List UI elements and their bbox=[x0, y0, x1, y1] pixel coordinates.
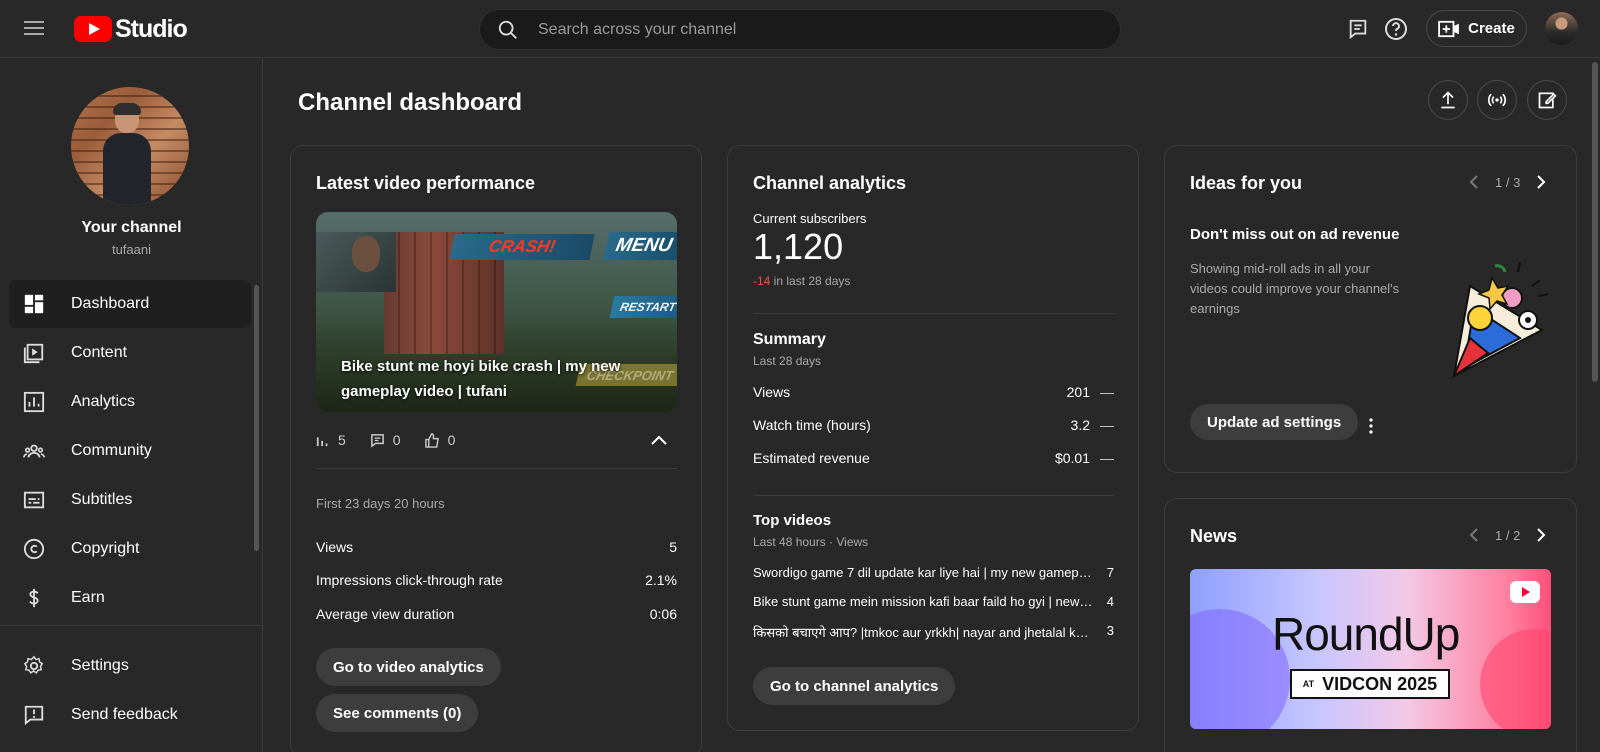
more-options-icon[interactable] bbox=[1359, 414, 1383, 438]
dashboard-icon bbox=[24, 294, 44, 314]
youtube-studio-logo[interactable]: Studio bbox=[74, 14, 188, 44]
upload-button[interactable] bbox=[1428, 80, 1468, 120]
go-to-video-analytics-button[interactable]: Go to video analytics bbox=[316, 648, 501, 686]
page-title: Channel dashboard bbox=[298, 89, 523, 116]
edit-icon bbox=[1538, 92, 1557, 109]
see-comments-button[interactable]: See comments (0) bbox=[316, 694, 479, 732]
facecam bbox=[316, 232, 396, 292]
hamburger-menu-icon[interactable] bbox=[22, 17, 46, 41]
search-bar[interactable] bbox=[479, 9, 1121, 50]
channel-analytics-card: Channel analytics Current subscribers 1,… bbox=[727, 145, 1139, 731]
views-bar-chart-icon bbox=[316, 437, 328, 447]
card-title: Latest video performance bbox=[316, 173, 536, 193]
subscriber-delta: -14 in last 28 days bbox=[753, 274, 851, 288]
chevron-up-icon[interactable] bbox=[649, 432, 669, 448]
analytics-icon bbox=[23, 391, 45, 413]
video-stats: 5 0 0 bbox=[316, 430, 479, 450]
sidebar-divider bbox=[0, 625, 262, 626]
go-live-button[interactable] bbox=[1477, 80, 1517, 120]
feedback-icon bbox=[24, 705, 44, 726]
divider bbox=[753, 495, 1114, 496]
dollar-icon bbox=[29, 588, 39, 608]
sidebar-item-send-feedback[interactable]: Send feedback bbox=[9, 691, 251, 739]
chevron-left-icon[interactable] bbox=[1465, 526, 1483, 544]
community-icon bbox=[23, 444, 45, 458]
sidebar: Your channel tufaani Dashboard Content A… bbox=[0, 59, 263, 752]
summary-heading: Summary bbox=[753, 331, 826, 348]
period-label: First 23 days 20 hours bbox=[316, 496, 445, 511]
sidebar-item-content[interactable]: Content bbox=[9, 329, 251, 377]
metric-row: Views 5 bbox=[316, 539, 677, 555]
top-videos-period: Last 48 hours · Views bbox=[753, 535, 869, 549]
create-post-button[interactable] bbox=[1527, 80, 1567, 120]
chevron-right-icon[interactable] bbox=[1532, 173, 1550, 191]
divider bbox=[316, 468, 677, 469]
sidebar-item-settings[interactable]: Settings bbox=[9, 642, 251, 690]
sidebar-item-dashboard[interactable]: Dashboard bbox=[9, 280, 251, 328]
sidebar-item-earn[interactable]: Earn bbox=[9, 574, 251, 622]
sidebar-item-copyright[interactable]: Copyright bbox=[9, 525, 251, 573]
card-title: News bbox=[1190, 526, 1238, 546]
ideas-pager: 1 / 3 bbox=[1465, 173, 1550, 191]
chevron-right-icon[interactable] bbox=[1532, 526, 1550, 544]
ideas-card: Ideas for you 1 / 3 Don't miss out on ad… bbox=[1164, 145, 1577, 473]
sidebar-scrollbar[interactable] bbox=[254, 285, 259, 551]
video-thumbnail[interactable]: CRASH! MENU RESTART CHECKPOINT Bike stun… bbox=[316, 212, 677, 412]
update-ad-settings-button[interactable]: Update ad settings bbox=[1190, 404, 1359, 440]
news-pager: 1 / 2 bbox=[1465, 526, 1550, 544]
metric-row: Average view duration 0:06 bbox=[316, 606, 677, 622]
search-input[interactable] bbox=[538, 10, 1098, 49]
help-icon[interactable] bbox=[1382, 15, 1410, 43]
video-title: Bike stunt me hoyi bike crash | my new g… bbox=[341, 358, 621, 400]
latest-video-card: Latest video performance CRASH! MENU RES… bbox=[290, 145, 702, 752]
news-image-title: RoundUp bbox=[1272, 608, 1460, 660]
live-broadcast-icon bbox=[1487, 93, 1507, 107]
news-image-subtitle: AT VIDCON 2025 bbox=[1290, 669, 1450, 699]
search-icon[interactable] bbox=[497, 19, 519, 41]
sidebar-item-community[interactable]: Community bbox=[9, 427, 251, 475]
channel-avatar[interactable] bbox=[71, 87, 189, 205]
idea-title: Don't miss out on ad revenue bbox=[1190, 226, 1400, 243]
card-title: Ideas for you bbox=[1190, 173, 1303, 193]
messages-icon[interactable] bbox=[1344, 15, 1372, 43]
chevron-left-icon[interactable] bbox=[1465, 173, 1483, 191]
top-bar: Studio Create bbox=[0, 0, 1600, 58]
comment-icon bbox=[370, 433, 384, 448]
gear-icon bbox=[23, 655, 44, 674]
news-image[interactable]: RoundUp AT VIDCON 2025 bbox=[1190, 569, 1551, 729]
subscriber-count: 1,120 bbox=[753, 226, 844, 267]
go-to-channel-analytics-button[interactable]: Go to channel analytics bbox=[753, 667, 956, 705]
thumbs-up-icon bbox=[424, 432, 439, 448]
add-video-icon bbox=[1438, 20, 1460, 37]
news-card: News 1 / 2 RoundUp AT VIDCON 2025 bbox=[1164, 498, 1577, 752]
card-title: Channel analytics bbox=[753, 173, 907, 193]
youtube-logo-icon bbox=[1510, 581, 1540, 603]
account-avatar[interactable] bbox=[1545, 12, 1578, 45]
youtube-play-icon bbox=[74, 16, 112, 42]
create-button[interactable]: Create bbox=[1426, 10, 1527, 47]
subscribers-label: Current subscribers bbox=[753, 211, 867, 226]
divider bbox=[753, 313, 1114, 314]
metric-row: Impressions click-through rate 2.1% bbox=[316, 572, 677, 588]
sidebar-item-analytics[interactable]: Analytics bbox=[9, 378, 251, 426]
your-channel-label: Your channel bbox=[81, 219, 182, 236]
subtitles-icon bbox=[23, 491, 45, 509]
content-icon bbox=[23, 343, 44, 364]
copyright-icon bbox=[23, 538, 45, 560]
idea-description: Showing mid-roll ads in all your videos … bbox=[1190, 261, 1400, 316]
main-scrollbar[interactable] bbox=[1592, 62, 1598, 382]
sidebar-item-subtitles[interactable]: Subtitles bbox=[9, 476, 251, 524]
summary-period: Last 28 days bbox=[753, 354, 822, 368]
top-videos-heading: Top videos bbox=[753, 512, 832, 529]
upload-icon bbox=[1441, 91, 1455, 109]
party-popper-illustration bbox=[1451, 261, 1549, 379]
channel-handle: tufaani bbox=[111, 242, 152, 257]
